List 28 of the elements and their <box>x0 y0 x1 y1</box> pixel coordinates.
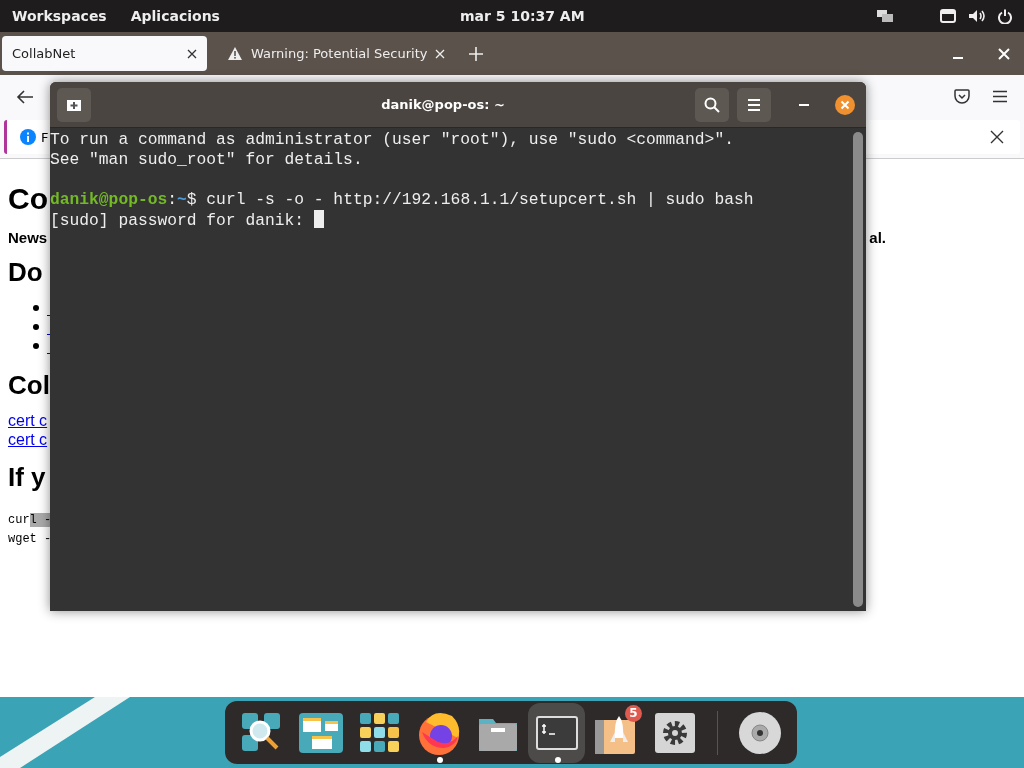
section-heading: Col <box>8 369 50 401</box>
top-bar-menu[interactable]: Workspaces <box>12 8 107 24</box>
prompt-separator: : <box>167 190 178 209</box>
code-line: curl - <box>8 512 52 529</box>
dock-item[interactable]: 5 <box>587 702 644 763</box>
window-title: danik@pop-os: ~ <box>380 97 506 112</box>
terminal-output: To run a command as administrator (user "root"), use "sudo <command>". <box>50 130 735 150</box>
clock[interactable]: mar 5 10:37 AM <box>460 8 585 24</box>
page-text: al. <box>869 229 886 246</box>
password-prompt: [sudo] password for danik: <box>50 211 306 230</box>
browser-tab[interactable]: Warning: Potential Security <box>217 36 456 71</box>
tab-title: CollabNet <box>12 46 77 61</box>
section-heading: If y <box>8 461 46 493</box>
prompt-path: ~ <box>177 190 187 209</box>
top-bar-menu[interactable]: Aplicacions <box>130 8 220 24</box>
terminal-output: See "man sudo_root" for details. <box>50 150 364 170</box>
browser-tab[interactable]: CollabNet <box>2 36 207 71</box>
prompt-user: danik@pop-os <box>50 190 168 209</box>
section-heading: Do <box>8 256 43 288</box>
notification-text: F <box>41 129 49 145</box>
terminal-command: $ curl -s -o - http://192.168.1.1/setupcert.sh | sudo bash <box>186 190 754 209</box>
page-heading: Co <box>8 181 48 217</box>
link[interactable]: cert c <box>8 430 48 449</box>
page-text: News <box>8 229 48 246</box>
code-line: wget - <box>8 531 52 548</box>
link[interactable]: cert c <box>8 411 48 430</box>
tab-title: Warning: Potential Security <box>251 46 428 61</box>
notification-badge: 5 <box>625 704 642 722</box>
